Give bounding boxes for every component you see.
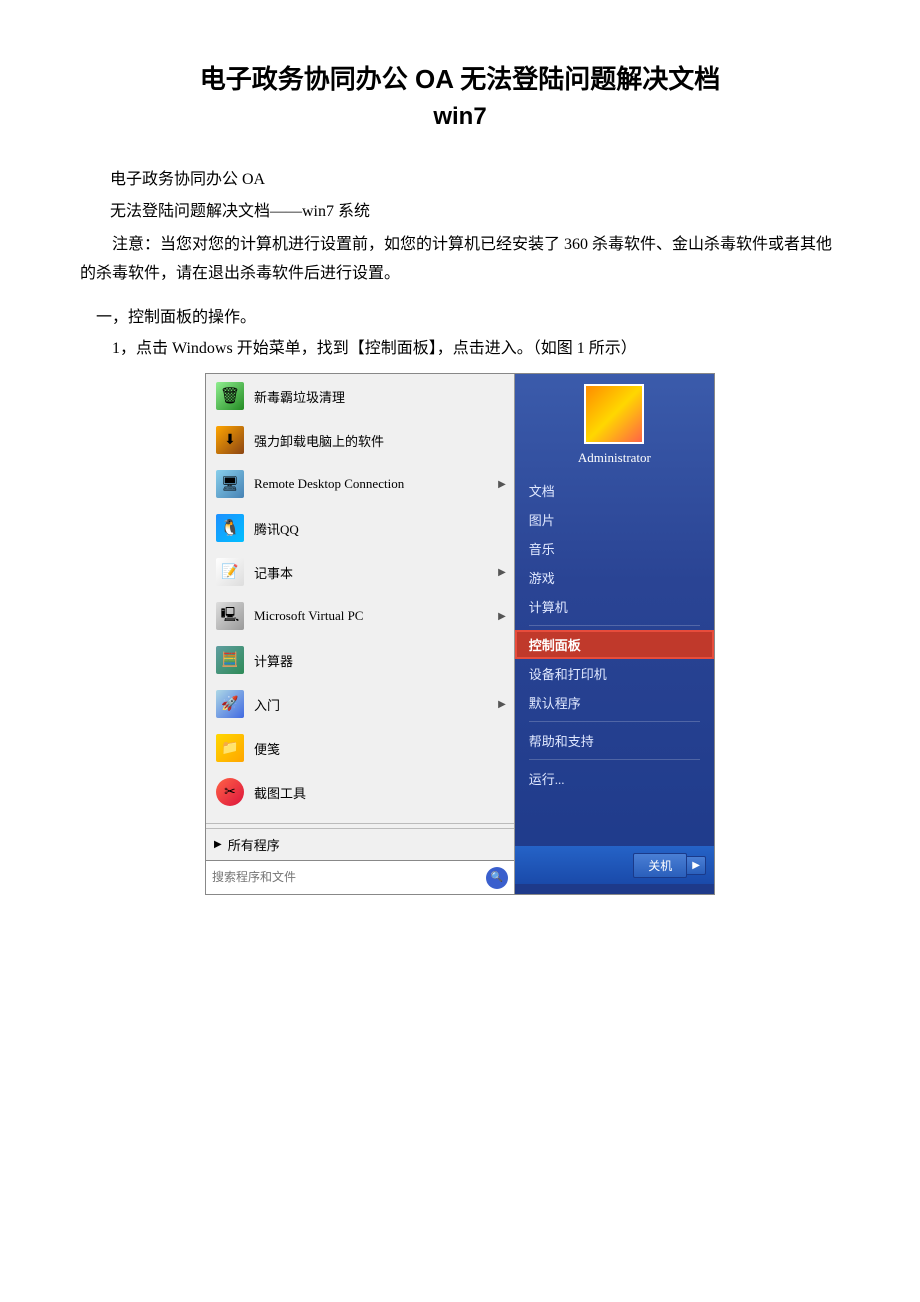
start-icon: 🚀 [214,688,246,720]
notice-text: 注意：当您对您的计算机进行设置前，如您的计算机已经安装了 360 杀毒软件、金山… [80,231,840,289]
notepad-icon: 📝 [214,556,246,588]
search-button[interactable] [486,867,508,889]
right-item-controlpanel[interactable]: 控制面板 [515,630,714,659]
document-title: 电子政务协同办公 OA 无法登陆问题解决文档 win7 [80,60,840,135]
menu-item-qq-label: 腾讯QQ [254,519,506,538]
step-heading: 一，控制面板的操作。 [80,303,840,327]
menu-item-rdp[interactable]: 🖥 Remote Desktop Connection ▶ [206,462,514,506]
menu-item-qq[interactable]: 🐧 腾讯QQ [206,506,514,550]
vpc-icon: 🖳 [214,600,246,632]
uninstall-icon: ⬇ [214,424,246,456]
menu-item-start-label: 入门 [254,695,498,714]
spacer [515,793,714,846]
menu-item-start[interactable]: 🚀 入门 ▶ [206,682,514,726]
section-heading-1: 电子政务协同办公 OA [80,165,840,189]
right-separator [529,625,700,626]
shutdown-arrow-button[interactable]: ▶ [687,856,706,875]
section-heading-2: 无法登陆问题解决文档——win7 系统 [80,197,840,221]
all-programs-arrow-icon: ▶ [214,839,222,850]
menu-item-paint[interactable]: 🎨 画图 [206,814,514,819]
right-item-music[interactable]: 音乐 [515,534,714,563]
menu-item-rdp-label: Remote Desktop Connection [254,476,498,492]
menu-item-notepad-label: 记事本 [254,563,498,582]
snip-icon: ✂ [214,776,246,808]
all-programs-label: 所有程序 [228,835,280,854]
search-bar[interactable] [206,860,514,894]
menu-separator [206,823,514,824]
right-item-default[interactable]: 默认程序 [515,688,714,717]
right-item-run[interactable]: 运行... [515,764,714,793]
menu-item-trash-label: 新毒霸垃圾清理 [254,387,506,406]
start-arrow-icon: ▶ [498,699,506,710]
right-item-help[interactable]: 帮助和支持 [515,726,714,755]
menu-item-notepad[interactable]: 📝 记事本 ▶ [206,550,514,594]
notepad-arrow-icon: ▶ [498,567,506,578]
menu-item-calc-label: 计算器 [254,651,506,670]
step1-body: 1，点击 Windows 开始菜单，找到【控制面板】，点击进入。（如图 1 所示… [80,335,840,364]
menu-item-trash[interactable]: 🗑 新毒霸垃圾清理 [206,374,514,418]
screenshot-figure1: 🗑 新毒霸垃圾清理 ⬇ 强力卸载电脑上的软件 🖥 Remote Desktop … [205,373,715,895]
sticky-icon: 📁 [214,732,246,764]
menu-item-snip-label: 截图工具 [254,783,506,802]
menu-item-uninstall[interactable]: ⬇ 强力卸载电脑上的软件 [206,418,514,462]
menu-item-vpc[interactable]: 🖳 Microsoft Virtual PC ▶ [206,594,514,638]
right-item-documents[interactable]: 文档 [515,476,714,505]
search-input[interactable] [212,870,486,885]
right-item-games[interactable]: 游戏 [515,563,714,592]
menu-item-vpc-label: Microsoft Virtual PC [254,608,498,624]
shutdown-bar: 关机 ▶ [515,846,714,884]
start-menu-left: 🗑 新毒霸垃圾清理 ⬇ 强力卸载电脑上的软件 🖥 Remote Desktop … [206,374,515,894]
calc-icon: 🧮 [214,644,246,676]
menu-item-sticky[interactable]: 📁 便笺 [206,726,514,770]
menu-item-calc[interactable]: 🧮 计算器 [206,638,514,682]
vpc-arrow-icon: ▶ [498,611,506,622]
user-avatar [584,384,644,444]
rdp-arrow-icon: ▶ [498,479,506,490]
start-menu: 🗑 新毒霸垃圾清理 ⬇ 强力卸载电脑上的软件 🖥 Remote Desktop … [206,374,714,894]
menu-item-sticky-label: 便笺 [254,739,506,758]
shutdown-button[interactable]: 关机 [633,853,687,878]
right-separator3 [529,759,700,760]
start-menu-right: Administrator 文档 图片 音乐 游戏 计算机 控制面板 设备和打印… [515,374,714,894]
menu-item-snip[interactable]: ✂ 截图工具 [206,770,514,814]
menu-item-uninstall-label: 强力卸载电脑上的软件 [254,431,506,450]
qq-icon: 🐧 [214,512,246,544]
rdp-icon: 🖥 [214,468,246,500]
all-programs-item[interactable]: ▶ 所有程序 [206,828,514,860]
right-item-pictures[interactable]: 图片 [515,505,714,534]
user-name: Administrator [515,450,714,466]
menu-items-list: 🗑 新毒霸垃圾清理 ⬇ 强力卸载电脑上的软件 🖥 Remote Desktop … [206,374,514,819]
right-item-computer[interactable]: 计算机 [515,592,714,621]
right-item-devices[interactable]: 设备和打印机 [515,659,714,688]
right-separator2 [529,721,700,722]
trash-icon: 🗑 [214,380,246,412]
